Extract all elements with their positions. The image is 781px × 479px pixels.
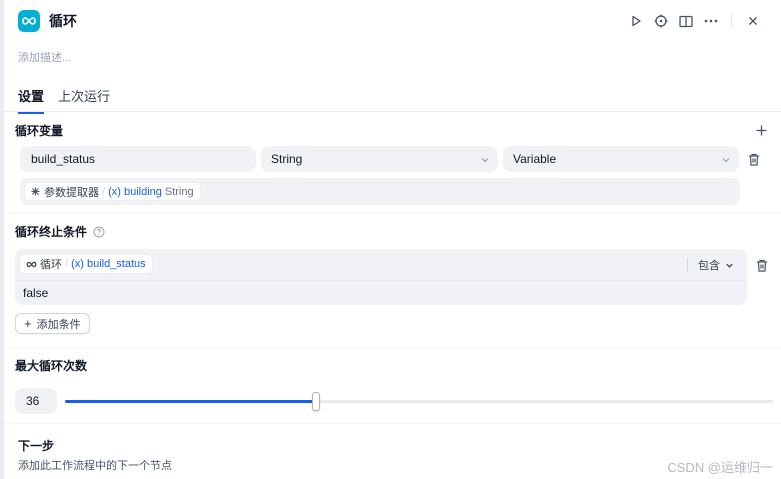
operator-select[interactable]: 包含: [698, 257, 734, 273]
variable-x-icon: (x): [71, 258, 87, 270]
watermark: CSDN @运维归一: [667, 460, 773, 475]
termination-title: 循环终止条件: [15, 225, 88, 239]
source-variable-name: building: [123, 185, 162, 198]
chevron-down-icon: [721, 154, 731, 168]
header-actions: [623, 9, 765, 33]
chevron-down-icon: [725, 261, 734, 270]
condition-variable-name: build_status: [86, 258, 146, 270]
header-divider: [731, 14, 732, 28]
condition-card: 循环 / (x) build_status 包含 false: [15, 249, 747, 305]
variable-value-picker[interactable]: 参数提取器 / (x) building String: [20, 178, 740, 205]
source-variable-type: String: [164, 185, 194, 198]
max-loops-input[interactable]: 36: [15, 388, 57, 414]
chip-separator: /: [65, 258, 69, 270]
termination-title-row: 循环终止条件: [15, 223, 105, 240]
trash-icon[interactable]: [746, 151, 762, 167]
loop-icon: [26, 261, 37, 268]
max-loops-slider[interactable]: [65, 392, 773, 411]
loop-variables-title: 循环变量: [15, 124, 64, 138]
chip-separator: /: [102, 185, 106, 198]
variable-x-icon: (x): [108, 185, 124, 198]
condition-node-name: 循环: [40, 259, 62, 271]
panel-header: 循环: [18, 9, 781, 33]
crosshair-icon[interactable]: [649, 9, 673, 33]
play-icon[interactable]: [624, 9, 648, 33]
slider-handle[interactable]: [311, 392, 320, 411]
add-condition-button[interactable]: + 添加条件: [15, 313, 90, 334]
max-loops-title: 最大循环次数: [15, 359, 88, 373]
variable-reference-chip[interactable]: 参数提取器 / (x) building String: [24, 182, 201, 201]
plus-icon[interactable]: [753, 122, 769, 138]
section-divider: [4, 423, 781, 424]
tab-settings[interactable]: 设置: [18, 86, 45, 114]
close-icon[interactable]: [741, 9, 765, 33]
loop-icon: [18, 10, 40, 32]
variable-type-value: String: [271, 152, 303, 166]
add-condition-label: 添加条件: [36, 318, 81, 331]
node-title[interactable]: 循环: [49, 11, 77, 31]
tab-last-run[interactable]: 上次运行: [58, 86, 110, 114]
more-icon[interactable]: [699, 9, 723, 33]
description-input[interactable]: 添加描述...: [18, 49, 71, 65]
value-mode-value: Variable: [513, 152, 557, 166]
chevron-down-icon: [480, 154, 490, 168]
next-step-title: 下一步: [18, 439, 55, 453]
condition-divider: [15, 280, 747, 281]
help-circle-icon[interactable]: [93, 226, 105, 238]
source-node-name: 参数提取器: [44, 186, 99, 199]
section-divider: [4, 213, 781, 214]
next-step-description: 添加此工作流程中的下一个节点: [18, 460, 172, 472]
plus-icon: +: [24, 316, 32, 331]
tabs-divider: [4, 111, 781, 112]
operator-value: 包含: [698, 260, 720, 272]
condition-value-input[interactable]: false: [23, 286, 48, 300]
variable-name-input[interactable]: build_status: [20, 146, 256, 172]
slider-fill: [65, 400, 316, 403]
loop-node-panel: 循环 添加描述... 设置 上次运行 循环变量 build_status Str…: [4, 0, 781, 479]
section-divider: [4, 347, 781, 348]
operator-divider: [687, 258, 688, 271]
value-mode-select[interactable]: Variable: [503, 146, 739, 172]
variable-type-select[interactable]: String: [261, 146, 498, 172]
book-icon[interactable]: [674, 9, 698, 33]
tab-bar: 设置 上次运行: [18, 86, 124, 114]
trash-icon[interactable]: [754, 257, 770, 273]
node-grid-icon: [31, 187, 40, 196]
condition-variable-chip[interactable]: 循环 / (x) build_status: [19, 254, 153, 274]
